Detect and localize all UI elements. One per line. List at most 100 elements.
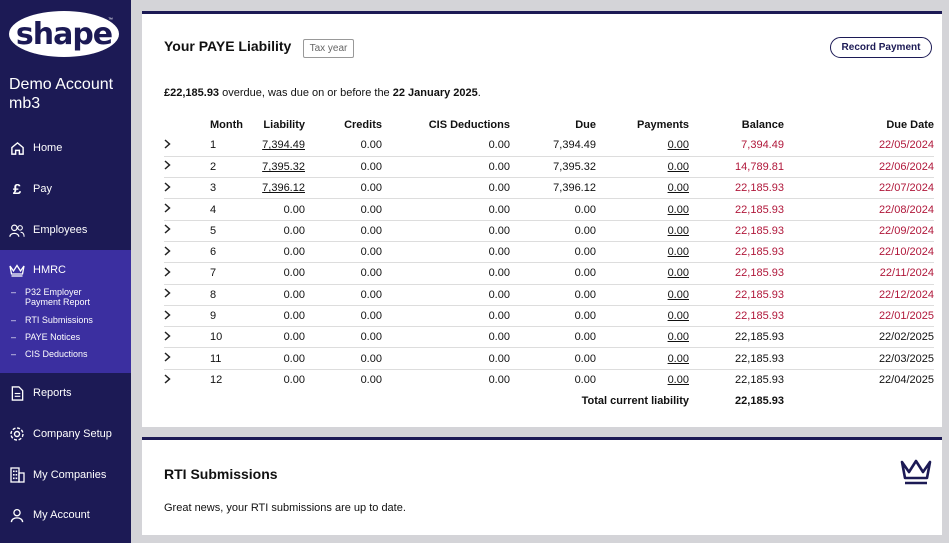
cell-cis-value: 0.00 (488, 352, 510, 365)
cell-due-value: 0.00 (574, 203, 596, 216)
cell-payments-value[interactable]: 0.00 (668, 139, 689, 151)
cell-payments-value[interactable]: 0.00 (668, 374, 689, 386)
expand-chevron-icon[interactable] (164, 326, 188, 349)
cell-credits-value: 0.00 (360, 352, 382, 365)
table-row[interactable]: 5 0.00 0.00 0.00 0.00 0.00 22,185.93 22/09/2024 (164, 220, 934, 242)
cell-payments-value[interactable]: 0.00 (668, 289, 689, 301)
expand-chevron-icon[interactable] (164, 305, 188, 328)
sidebar-subitem-cis[interactable]: – CIS Deductions (11, 349, 88, 359)
cell-liability[interactable]: 7,396.12 (242, 177, 305, 200)
expand-chevron-icon[interactable] (164, 220, 188, 242)
table-row[interactable]: 2 7,395.32 0.00 0.00 7,395.32 0.00 14,789.81 22… (164, 156, 934, 179)
record-payment-button[interactable]: Record Payment (830, 37, 932, 58)
cell-payments-value[interactable]: 0.00 (668, 246, 689, 258)
cell-payments[interactable]: 0.00 (595, 262, 689, 285)
sidebar-item-reports[interactable]: Reports (0, 382, 131, 404)
expand-chevron-icon[interactable] (164, 156, 188, 179)
expand-chevron-icon[interactable] (164, 241, 188, 264)
cell-payments[interactable]: 0.00 (595, 220, 689, 242)
cell-liability-value[interactable]: 7,396.12 (262, 182, 305, 194)
table-row[interactable]: 8 0.00 0.00 0.00 0.00 0.00 22,185.93 22/12/2024 (164, 284, 934, 306)
sidebar-item-my-account[interactable]: My Account (0, 504, 131, 526)
cell-liability-value[interactable]: 7,394.49 (262, 139, 305, 151)
cell-due-date: 22/07/2024 (783, 177, 934, 200)
expand-chevron-icon[interactable] (164, 347, 188, 370)
table-row[interactable]: 3 7,396.12 0.00 0.00 7,396.12 0.00 22,185.93 22… (164, 177, 934, 200)
cell-due: 7,394.49 (509, 135, 596, 157)
cell-liability-value: 0.00 (283, 203, 305, 216)
sidebar: shape ™ Demo Account mb3 Home £ Pay Empl… (0, 0, 131, 543)
cell-due-value: 0.00 (574, 374, 596, 387)
cell-liability: 0.00 (242, 326, 305, 349)
cell-balance-value: 22,185.93 (735, 374, 784, 387)
cell-due-date-value: 22/03/2025 (878, 352, 934, 365)
cell-credits: 0.00 (304, 220, 382, 242)
cell-liability[interactable]: 7,395.32 (242, 156, 305, 179)
expand-chevron-icon[interactable] (164, 284, 188, 306)
sidebar-item-employees[interactable]: Employees (0, 219, 131, 241)
cell-cis: 0.00 (381, 347, 510, 370)
cell-credits: 0.00 (305, 369, 382, 390)
cell-liability-value: 0.00 (283, 331, 305, 344)
sidebar-item-label: Home (33, 142, 63, 154)
sidebar-item-home[interactable]: Home (0, 137, 131, 159)
sidebar-subitem-paye-notices[interactable]: – PAYE Notices (11, 332, 80, 342)
cell-liability-value[interactable]: 7,395.32 (262, 161, 305, 173)
cell-payments[interactable]: 0.00 (596, 369, 689, 390)
table-row[interactable]: 4 0.00 0.00 0.00 0.00 0.00 22,185.93 22/08/2024 (164, 198, 934, 221)
expand-chevron-icon[interactable] (164, 135, 188, 157)
tax-year-select[interactable]: Tax year (303, 39, 354, 58)
cell-payments[interactable]: 0.00 (595, 156, 689, 179)
expand-chevron-icon[interactable] (164, 198, 188, 221)
cell-payments-value[interactable]: 0.00 (668, 182, 689, 194)
cell-payments-value[interactable]: 0.00 (668, 310, 689, 322)
cell-cis-value: 0.00 (488, 374, 510, 387)
cell-due-date: 22/06/2024 (783, 156, 934, 179)
cell-payments-value[interactable]: 0.00 (668, 267, 689, 279)
cell-liability[interactable]: 7,394.49 (242, 135, 305, 157)
sidebar-item-hmrc[interactable]: HMRC (0, 259, 131, 281)
cell-credits-value: 0.00 (360, 267, 382, 280)
cell-balance-value: 22,185.93 (735, 203, 784, 216)
cell-cis: 0.00 (381, 220, 510, 242)
cell-due-value: 0.00 (574, 288, 596, 301)
sidebar-item-company-setup[interactable]: Company Setup (0, 423, 131, 445)
table-row[interactable]: 1 7,394.49 0.00 0.00 7,394.49 0.00 7,394.49 22/… (164, 135, 934, 157)
table-row[interactable]: 12 0.00 0.00 0.00 0.00 0.00 22,185.93 22/04/202… (164, 369, 934, 390)
expand-chevron-icon[interactable] (164, 262, 188, 285)
sidebar-item-my-companies[interactable]: My Companies (0, 464, 131, 486)
expand-chevron-icon[interactable] (164, 369, 188, 390)
cell-payments-value[interactable]: 0.00 (668, 331, 689, 343)
cell-payments-value[interactable]: 0.00 (668, 204, 689, 216)
table-row[interactable]: 6 0.00 0.00 0.00 0.00 0.00 22,185.93 22/10/2024 (164, 241, 934, 264)
expand-chevron-icon[interactable] (164, 177, 188, 200)
cell-payments[interactable]: 0.00 (595, 198, 689, 221)
sidebar-subitem-p32[interactable]: – P32 Employer Payment Report (11, 287, 115, 307)
cell-payments[interactable]: 0.00 (595, 177, 689, 200)
cell-payments[interactable]: 0.00 (595, 135, 689, 157)
table-row[interactable]: 11 0.00 0.00 0.00 0.00 0.00 22,185.93 22/03/202… (164, 347, 934, 370)
cell-due-value: 0.00 (574, 352, 596, 365)
table-row[interactable]: 9 0.00 0.00 0.00 0.00 0.00 22,185.93 22/01/2025 (164, 305, 934, 328)
cell-month: 1 (188, 135, 243, 157)
cell-month: 4 (188, 198, 243, 221)
sidebar-subitem-rti[interactable]: – RTI Submissions (11, 315, 93, 325)
cell-due-date-value: 22/04/2025 (878, 374, 934, 387)
cell-due-value: 0.00 (574, 267, 596, 280)
cell-payments[interactable]: 0.00 (595, 347, 689, 370)
cell-payments[interactable]: 0.00 (595, 326, 689, 349)
table-row[interactable]: 10 0.00 0.00 0.00 0.00 0.00 22,185.93 22/02/202… (164, 326, 934, 349)
table-row[interactable]: 7 0.00 0.00 0.00 0.00 0.00 22,185.93 22/11/2024 (164, 262, 934, 285)
cell-due-date-value: 22/05/2024 (878, 139, 934, 152)
cell-payments[interactable]: 0.00 (595, 305, 689, 328)
cell-payments-value[interactable]: 0.00 (668, 161, 689, 173)
cell-payments-value[interactable]: 0.00 (668, 353, 689, 365)
shape-logo[interactable]: shape ™ (9, 11, 119, 57)
cell-payments[interactable]: 0.00 (595, 284, 689, 306)
cell-cis-value: 0.00 (488, 310, 510, 323)
sidebar-item-pay[interactable]: £ Pay (0, 178, 131, 200)
cell-payments[interactable]: 0.00 (595, 241, 689, 264)
cell-payments-value[interactable]: 0.00 (668, 225, 689, 237)
cell-credits: 0.00 (304, 262, 382, 285)
cell-due: 0.00 (509, 220, 596, 242)
